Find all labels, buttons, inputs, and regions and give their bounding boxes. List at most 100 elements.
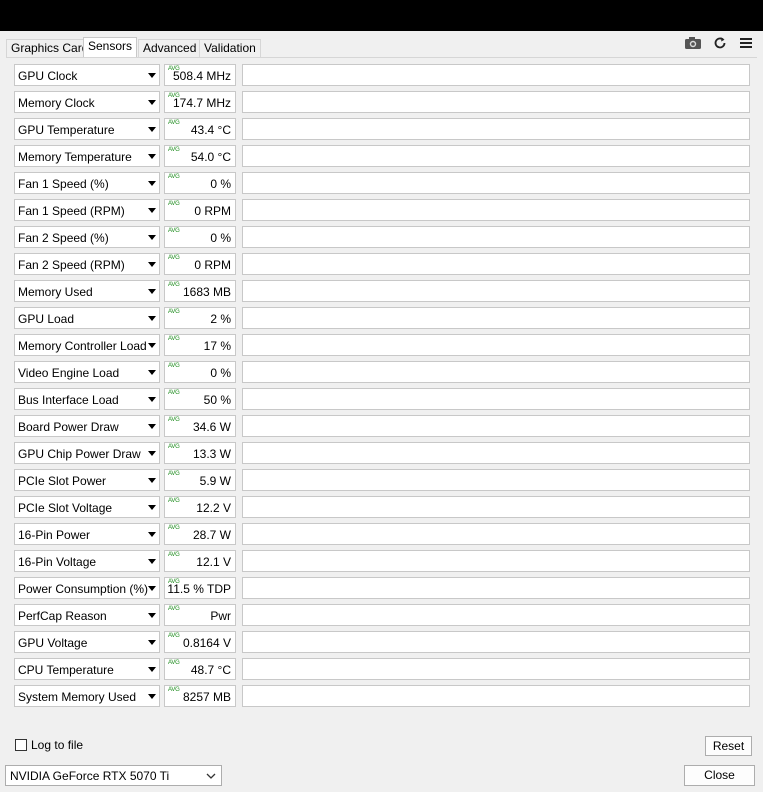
sensor-select[interactable]: PerfCap Reason — [14, 604, 160, 626]
sensor-row: Bus Interface Load AVG 50 % — [6, 388, 757, 412]
refresh-icon[interactable] — [711, 35, 729, 51]
avg-indicator: AVG — [168, 255, 180, 261]
sensor-value: 28.7 W — [192, 528, 231, 542]
sensor-select[interactable]: Fan 1 Speed (%) — [14, 172, 160, 194]
sensor-value: 43.4 °C — [190, 123, 231, 137]
menu-icon[interactable] — [737, 35, 755, 51]
sensor-name: GPU Chip Power Draw — [18, 447, 141, 461]
sensor-graph — [242, 199, 750, 221]
sensor-select[interactable]: CPU Temperature — [14, 658, 160, 680]
sensor-select[interactable]: Board Power Draw — [14, 415, 160, 437]
sensor-select[interactable]: 16-Pin Voltage — [14, 550, 160, 572]
sensor-select[interactable]: GPU Clock — [14, 64, 160, 86]
gpu-select-value: NVIDIA GeForce RTX 5070 Ti — [10, 769, 170, 783]
sensor-value-box: AVG 0 % — [164, 361, 236, 383]
sensor-value-box: AVG 12.2 V — [164, 496, 236, 518]
sensor-select[interactable]: System Memory Used — [14, 685, 160, 707]
tab-graphics-card[interactable]: Graphics Card — [6, 39, 94, 57]
sensor-graph — [242, 307, 750, 329]
avg-indicator: AVG — [168, 498, 180, 504]
dropdown-arrow-icon — [148, 100, 156, 105]
sensor-value: 1683 MB — [182, 285, 231, 299]
sensor-select[interactable]: Fan 2 Speed (RPM) — [14, 253, 160, 275]
sensor-select[interactable]: Video Engine Load — [14, 361, 160, 383]
sensor-select[interactable]: Memory Temperature — [14, 145, 160, 167]
sensor-select[interactable]: GPU Voltage — [14, 631, 160, 653]
sensor-select[interactable]: Fan 2 Speed (%) — [14, 226, 160, 248]
dropdown-arrow-icon — [148, 613, 156, 618]
sensor-select[interactable]: Bus Interface Load — [14, 388, 160, 410]
dropdown-arrow-icon — [148, 154, 156, 159]
sensor-value-box: AVG 28.7 W — [164, 523, 236, 545]
sensor-value: 13.3 W — [192, 447, 231, 461]
sensor-name: Fan 1 Speed (RPM) — [18, 204, 125, 218]
sensor-value-box: AVG 54.0 °C — [164, 145, 236, 167]
sensor-name: Bus Interface Load — [18, 393, 119, 407]
sensor-value: 0 RPM — [194, 258, 231, 272]
tab-validation[interactable]: Validation — [199, 39, 261, 57]
gpu-select[interactable]: NVIDIA GeForce RTX 5070 Ti — [5, 765, 222, 786]
sensor-graph — [242, 658, 750, 680]
camera-icon[interactable] — [684, 35, 702, 51]
sensor-row: Power Consumption (%) AVG 11.5 % TDP — [6, 577, 757, 601]
sensor-value-box: AVG 43.4 °C — [164, 118, 236, 140]
avg-indicator: AVG — [168, 687, 180, 693]
sensor-row: GPU Clock AVG 508.4 MHz — [6, 64, 757, 88]
sensor-graph — [242, 280, 750, 302]
sensor-row: System Memory Used AVG 8257 MB — [6, 685, 757, 709]
sensor-name: GPU Clock — [18, 69, 78, 83]
avg-indicator: AVG — [168, 282, 180, 288]
sensor-name: Memory Controller Load — [18, 339, 147, 353]
sensor-graph — [242, 442, 750, 464]
avg-indicator: AVG — [168, 606, 180, 612]
sensor-select[interactable]: 16-Pin Power — [14, 523, 160, 545]
tab-sensors[interactable]: Sensors — [83, 37, 138, 58]
sensor-value-box: AVG 12.1 V — [164, 550, 236, 572]
sensor-value: 5.9 W — [199, 474, 231, 488]
log-to-file-checkbox[interactable] — [15, 739, 27, 751]
sensor-value-box: AVG 8257 MB — [164, 685, 236, 707]
dropdown-arrow-icon — [148, 532, 156, 537]
sensor-select[interactable]: GPU Chip Power Draw — [14, 442, 160, 464]
dropdown-arrow-icon — [148, 235, 156, 240]
sensor-value-box: AVG 48.7 °C — [164, 658, 236, 680]
sensor-name: GPU Load — [18, 312, 75, 326]
sensor-graph — [242, 145, 750, 167]
sensor-value: 54.0 °C — [190, 150, 231, 164]
sensor-select[interactable]: Memory Clock — [14, 91, 160, 113]
sensor-select[interactable]: Fan 1 Speed (RPM) — [14, 199, 160, 221]
sensor-row: Board Power Draw AVG 34.6 W — [6, 415, 757, 439]
dropdown-arrow-icon — [148, 343, 156, 348]
sensor-select[interactable]: GPU Load — [14, 307, 160, 329]
log-to-file-label[interactable]: Log to file — [31, 738, 83, 752]
sensor-name: Video Engine Load — [18, 366, 120, 380]
sensor-name: System Memory Used — [18, 690, 137, 704]
sensor-value-box: AVG 1683 MB — [164, 280, 236, 302]
sensor-select[interactable]: Power Consumption (%) — [14, 577, 160, 599]
sensor-select[interactable]: PCIe Slot Power — [14, 469, 160, 491]
sensor-select[interactable]: PCIe Slot Voltage — [14, 496, 160, 518]
chevron-down-icon — [206, 770, 216, 784]
sensor-name: CPU Temperature — [18, 663, 114, 677]
close-button[interactable]: Close — [684, 765, 755, 786]
sensor-select[interactable]: Memory Used — [14, 280, 160, 302]
avg-indicator: AVG — [168, 417, 180, 423]
dropdown-arrow-icon — [148, 208, 156, 213]
sensor-value-box: AVG 508.4 MHz — [164, 64, 236, 86]
sensor-select[interactable]: GPU Temperature — [14, 118, 160, 140]
sensor-value: 34.6 W — [192, 420, 231, 434]
sensor-graph — [242, 172, 750, 194]
sensor-graph — [242, 388, 750, 410]
sensor-value: 0.8164 V — [182, 636, 231, 650]
sensor-value-box: AVG 17 % — [164, 334, 236, 356]
avg-indicator: AVG — [168, 363, 180, 369]
reset-button[interactable]: Reset — [705, 736, 752, 756]
sensor-graph — [242, 604, 750, 626]
tab-advanced[interactable]: Advanced — [138, 39, 202, 57]
sensor-name: PCIe Slot Power — [18, 474, 107, 488]
avg-indicator: AVG — [168, 309, 180, 315]
sensor-row: Memory Clock AVG 174.7 MHz — [6, 91, 757, 115]
sensor-graph — [242, 91, 750, 113]
sensor-row: PCIe Slot Voltage AVG 12.2 V — [6, 496, 757, 520]
sensor-select[interactable]: Memory Controller Load — [14, 334, 160, 356]
